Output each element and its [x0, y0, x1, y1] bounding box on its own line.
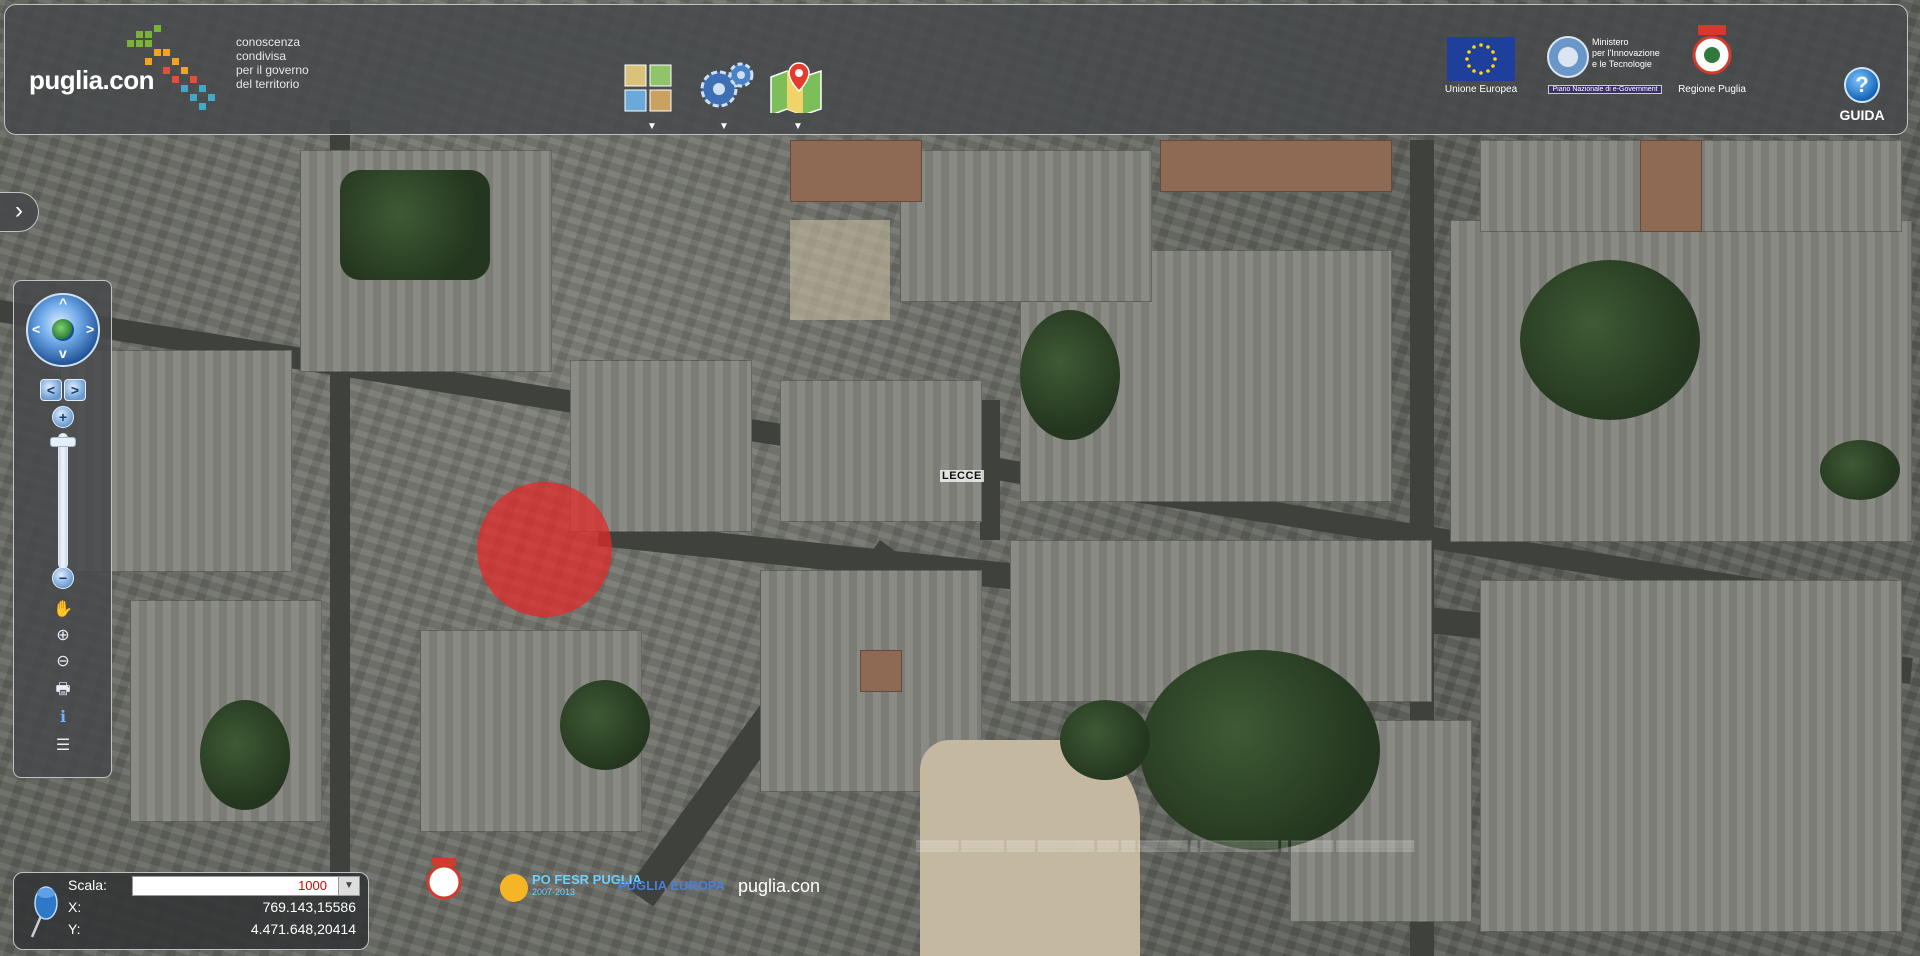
puglia-europa-logo: PUGLIA EUROPA — [618, 878, 725, 893]
pan-down-icon[interactable]: v — [59, 345, 67, 361]
scale-select[interactable]: 1000 ▼ — [132, 876, 360, 896]
map-tree — [1820, 440, 1900, 500]
zoom-in-icon[interactable]: ⊕ — [50, 625, 76, 647]
po-fesr-sun-icon — [500, 874, 528, 902]
regione-label: Regione Puglia — [1678, 84, 1746, 95]
settings-gears-icon — [700, 62, 754, 108]
ministero-emblem-icon — [1547, 36, 1589, 78]
pan-hand-icon[interactable]: ✋ — [50, 599, 76, 621]
map-building — [900, 150, 1152, 302]
pugliacon-logo[interactable]: puglia.con conoscenza condivisa per il g… — [29, 25, 329, 120]
map-tree — [1520, 260, 1700, 420]
location-marker[interactable] — [477, 482, 612, 617]
pan-right-icon[interactable]: > — [86, 321, 94, 337]
ministero-line: Ministero — [1592, 37, 1629, 47]
aerial-map[interactable]: LECCE — [0, 0, 1920, 956]
globe-icon — [52, 319, 74, 341]
map-courtyard — [790, 220, 890, 320]
previous-extent-button[interactable]: < — [40, 379, 62, 401]
pushpin-icon[interactable] — [22, 883, 58, 941]
map-tool-button[interactable]: ▼ — [769, 59, 829, 132]
header-bar: puglia.con conoscenza condivisa per il g… — [4, 4, 1908, 135]
ministero-line: per l'Innovazione — [1592, 48, 1660, 58]
place-label: LECCE — [940, 470, 984, 482]
chevron-down-icon: ▼ — [338, 877, 359, 895]
map-tree — [1140, 650, 1380, 850]
map-marker-icon — [770, 62, 822, 113]
y-coordinate-label: Y: — [68, 921, 81, 937]
ministero-sub: Piano Nazionale di e-Government — [1548, 85, 1662, 94]
layers-tool-button[interactable]: ▼ — [623, 63, 683, 133]
map-tree — [1060, 700, 1150, 780]
sidebar-expand-button[interactable]: › — [0, 192, 39, 232]
x-coordinate-value: 769.143,15586 — [262, 899, 356, 915]
help-button[interactable]: ? GUIDA — [1827, 67, 1897, 123]
pan-left-icon[interactable]: < — [32, 321, 40, 337]
print-icon[interactable]: 🖶 — [50, 679, 76, 701]
navigation-panel: ^ v < > < > + − ✋ ⊕ ⊖ 🖶 ℹ ☰ — [13, 280, 112, 778]
help-label: GUIDA — [1839, 107, 1885, 123]
eu-label: Unione Europea — [1444, 84, 1518, 95]
pan-up-icon[interactable]: ^ — [59, 295, 67, 311]
eu-logo: Unione Europea — [1441, 37, 1521, 95]
dropdown-arrow-icon: ▼ — [647, 121, 657, 132]
pugliacon-footer-logo: puglia.con — [738, 876, 821, 896]
regione-puglia-logo: Regione Puglia — [1672, 25, 1752, 95]
legend-icon[interactable]: ☰ — [50, 735, 76, 757]
dropdown-arrow-icon: ▼ — [719, 121, 729, 132]
map-tree — [1020, 310, 1120, 440]
map-building — [570, 360, 752, 532]
pan-control[interactable]: ^ v < > — [26, 293, 100, 367]
map-building — [780, 380, 982, 522]
scale-value: 1000 — [298, 878, 327, 893]
ministero-text: Ministero per l'Innovazione e le Tecnolo… — [1592, 37, 1660, 70]
tagline-line: condivisa — [236, 49, 287, 63]
map-building — [860, 650, 902, 692]
logo-tagline: conoscenza condivisa per il governo del … — [236, 35, 346, 91]
zoom-out-button[interactable]: − — [52, 567, 74, 589]
credits-line: ▒▒▒▒▒▒ ▒▒▒▒▒▒ ▒▒▒▒ ▒▒▒▒▒▒▒▒ ▒▒▒ ▒▒ ▒▒▒▒▒… — [916, 841, 1415, 852]
map-tree — [340, 170, 490, 280]
layers-icon — [624, 64, 672, 112]
map-tree — [560, 680, 650, 770]
info-icon[interactable]: ℹ — [50, 707, 76, 729]
zoom-slider-track[interactable] — [58, 433, 68, 569]
regione-crest-footer-icon — [426, 858, 462, 900]
tagline-line: per il governo — [236, 63, 309, 77]
logo-text: puglia.con — [29, 65, 155, 95]
regione-crest-icon — [1692, 25, 1732, 75]
y-coordinate-value: 4.471.648,20414 — [250, 921, 356, 937]
zoom-slider-handle[interactable] — [50, 436, 76, 447]
ministero-line: e le Tecnologie — [1592, 59, 1652, 69]
zoom-out-icon[interactable]: ⊖ — [50, 651, 76, 673]
help-icon: ? — [1844, 67, 1880, 103]
eu-flag-icon — [1447, 37, 1515, 81]
tagline-line: conoscenza — [236, 35, 301, 49]
x-coordinate-label: X: — [68, 899, 82, 915]
map-building — [1480, 580, 1902, 932]
dropdown-arrow-icon: ▼ — [793, 121, 803, 132]
tagline-line: del territorio — [236, 77, 300, 91]
map-building — [1160, 140, 1392, 192]
credits-text: ▒▒▒▒▒▒ ▒▒▒▒▒▒ ▒▒▒▒ ▒▒▒▒▒▒▒▒ ▒▒▒ ▒▒ ▒▒▒▒▒… — [916, 836, 1676, 857]
coordinates-panel: Scala: 1000 ▼ X: 769.143,15586 Y: 4.471.… — [13, 872, 369, 950]
zoom-in-button[interactable]: + — [52, 406, 74, 428]
next-extent-button[interactable]: > — [64, 379, 86, 401]
map-building — [790, 140, 922, 202]
map-tree — [200, 700, 290, 810]
scale-label: Scala: — [68, 877, 107, 893]
settings-tool-button[interactable]: ▼ — [695, 59, 755, 132]
map-building — [1640, 140, 1702, 232]
